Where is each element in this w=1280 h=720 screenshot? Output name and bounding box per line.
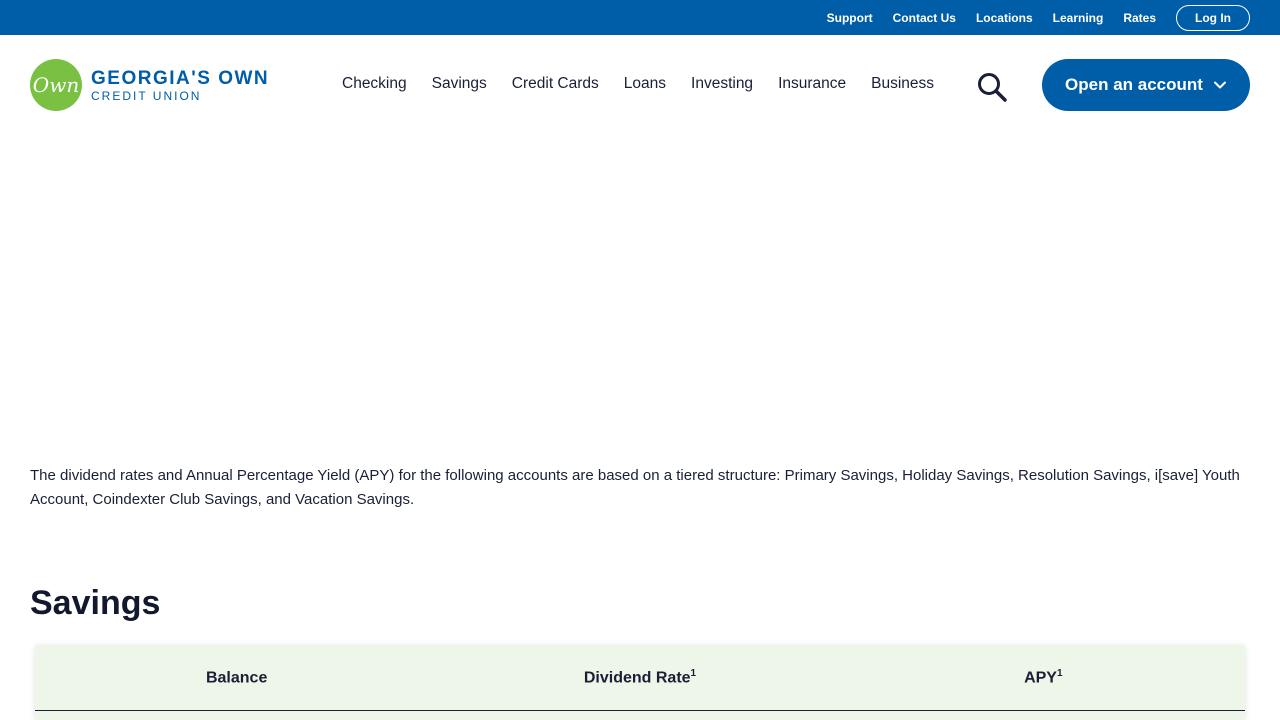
open-account-label: Open an account	[1065, 75, 1203, 94]
logo-subname: CREDIT UNION	[91, 88, 202, 103]
table-header-row: Balance Dividend Rate1 APY1	[35, 645, 1245, 711]
login-button[interactable]: Log In	[1176, 4, 1250, 31]
column-header-label: Dividend Rate	[583, 669, 691, 687]
column-header-apy: APY1	[842, 668, 1245, 687]
nav-item-savings[interactable]: Savings	[432, 75, 487, 93]
chevron-down-icon	[1213, 81, 1226, 89]
open-account-button[interactable]: Open an account	[1042, 59, 1250, 111]
utility-link-support[interactable]: Support	[827, 11, 873, 25]
nav-item-credit-cards[interactable]: Credit Cards	[512, 75, 599, 93]
nav-item-insurance[interactable]: Insurance	[778, 75, 846, 93]
footnote-marker[interactable]: 1	[1057, 668, 1063, 679]
nav-item-loans[interactable]: Loans	[624, 75, 666, 93]
utility-link-locations[interactable]: Locations	[976, 11, 1033, 25]
utility-bar: Support Contact Us Locations Learning Ra…	[0, 0, 1280, 35]
nav-item-checking[interactable]: Checking	[342, 75, 407, 93]
search-icon[interactable]	[976, 71, 1008, 103]
main-header: Own GEORGIA'S OWN CREDIT UNION Checking …	[0, 35, 1280, 135]
utility-link-learning[interactable]: Learning	[1053, 11, 1104, 25]
savings-rate-table: Balance Dividend Rate1 APY1	[35, 645, 1245, 720]
column-header-label: APY	[1024, 669, 1057, 687]
utility-link-contact-us[interactable]: Contact Us	[893, 11, 956, 25]
primary-nav: Checking Savings Credit Cards Loans Inve…	[342, 75, 959, 93]
logo-wordmark: GEORGIA'S OWN CREDIT UNION	[91, 69, 269, 102]
nav-item-investing[interactable]: Investing	[691, 75, 753, 93]
column-header-balance: Balance	[35, 668, 438, 687]
brand-logo[interactable]: Own GEORGIA'S OWN CREDIT UNION	[30, 59, 269, 111]
nav-item-business[interactable]: Business	[871, 75, 934, 93]
utility-link-rates[interactable]: Rates	[1123, 11, 1156, 25]
section-title: Savings	[30, 584, 161, 622]
logo-mark: Own	[30, 59, 82, 111]
logo-name: GEORGIA'S OWN	[91, 67, 270, 89]
column-header-label: Balance	[205, 669, 268, 687]
intro-paragraph: The dividend rates and Annual Percentage…	[30, 467, 1240, 508]
footnote-marker[interactable]: 1	[691, 668, 697, 679]
column-header-dividend-rate: Dividend Rate1	[438, 668, 841, 687]
